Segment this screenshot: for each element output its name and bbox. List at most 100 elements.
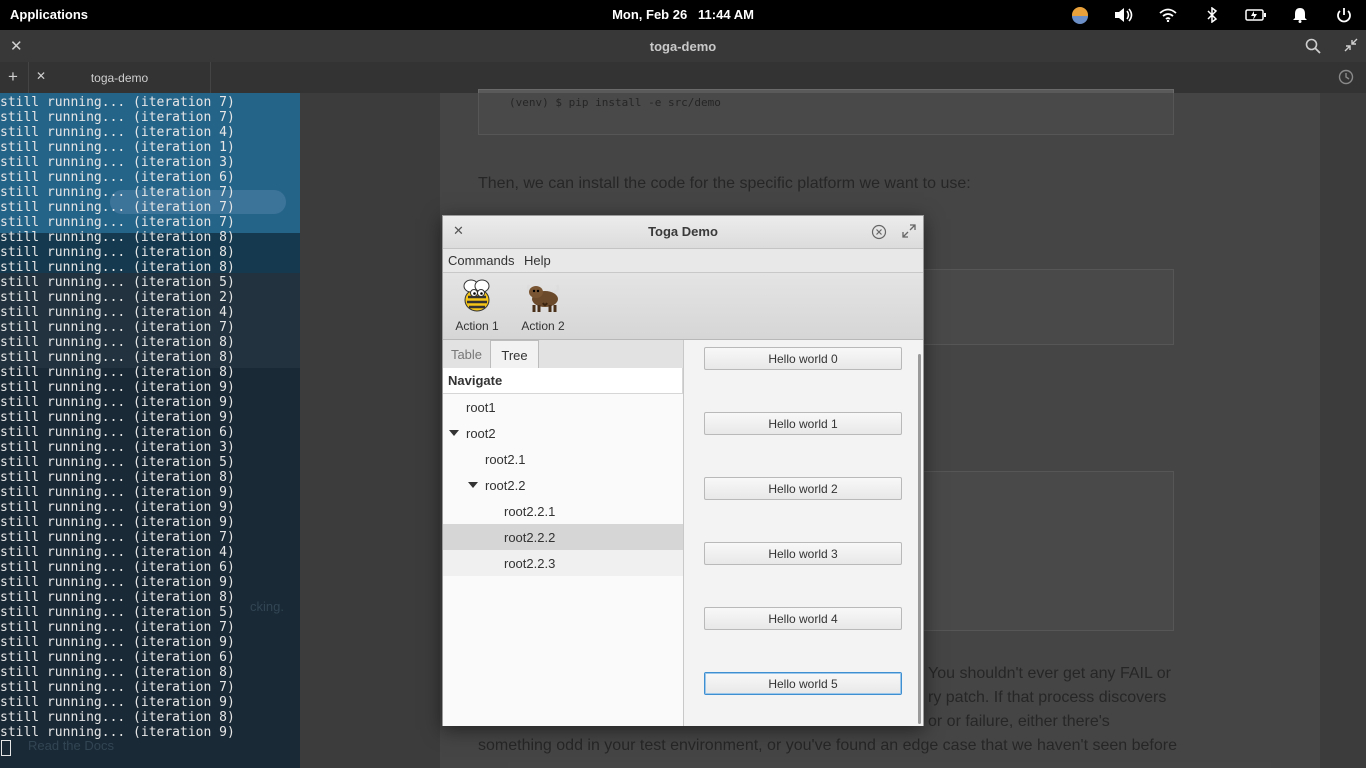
tree-row-root2-2-2[interactable]: root2.2.2	[443, 524, 683, 550]
history-icon[interactable]	[1338, 69, 1354, 88]
weather-icon[interactable]	[1058, 0, 1102, 30]
menu-commands[interactable]: Commands	[448, 253, 514, 268]
terminal-line: still running... (iteration 4)	[0, 545, 235, 560]
tree-row-root2-2-3[interactable]: root2.2.3	[443, 550, 683, 576]
terminal-line: still running... (iteration 3)	[0, 155, 235, 170]
action-1-button[interactable]: Action 1	[445, 277, 509, 335]
button-label: Hello world 5	[768, 677, 838, 691]
tree-row-label: root2.1	[485, 452, 526, 467]
dialog-titlebar: ✕ Toga Demo	[443, 216, 923, 249]
terminal-output[interactable]: still running... (iteration 7) still runn…	[0, 95, 300, 740]
terminal-tab[interactable]: ✕ toga-demo	[28, 62, 211, 93]
tab-tree-label: Tree	[501, 348, 528, 363]
terminal-line: still running... (iteration 8)	[0, 365, 235, 380]
system-tray	[1058, 0, 1366, 30]
bluetooth-icon[interactable]	[1190, 0, 1234, 30]
tree-row-root2-2-1[interactable]: root2.2.1	[443, 498, 683, 524]
tree-row-label: root2.2.2	[504, 530, 556, 545]
wifi-icon[interactable]	[1146, 0, 1190, 30]
terminal-line: still running... (iteration 4)	[0, 125, 235, 140]
hello-world-0-button[interactable]: Hello world 0	[704, 347, 902, 370]
terminal-line: still running... (iteration 6)	[0, 170, 235, 185]
tree-row-root2[interactable]: root2	[443, 420, 683, 446]
tab-strip: Table Tree	[443, 340, 683, 369]
button-label: Hello world 0	[768, 352, 838, 366]
terminal-line: still running... (iteration 9)	[0, 380, 235, 395]
expander-down-icon[interactable]	[468, 482, 478, 488]
tree-header-label: Navigate	[448, 373, 503, 388]
hello-world-2-button[interactable]: Hello world 2	[704, 477, 902, 500]
action-2-label: Action 2	[521, 319, 565, 333]
terminal-line: still running... (iteration 8)	[0, 350, 235, 365]
terminal-title: toga-demo	[649, 39, 717, 54]
code-block: (venv) $ pip install -e src/demo	[478, 89, 1174, 135]
tree-row-label: root2.2.1	[504, 504, 556, 519]
action-2-button[interactable]: Action 2	[511, 277, 575, 335]
new-tab-icon[interactable]: +	[8, 67, 18, 87]
notifications-icon[interactable]	[1278, 0, 1322, 30]
yak-icon	[511, 279, 575, 313]
tree-row-root2-2[interactable]: root2.2	[443, 472, 683, 498]
terminal-titlebar: ✕ toga-demo	[0, 30, 1366, 62]
terminal-line: still running... (iteration 7)	[0, 95, 235, 110]
button-label: Hello world 4	[768, 612, 838, 626]
hello-world-5-button[interactable]: Hello world 5	[704, 672, 902, 695]
terminal-line: still running... (iteration 6)	[0, 425, 235, 440]
terminal-line: still running... (iteration 9)	[0, 695, 235, 710]
terminal-close-icon[interactable]: ✕	[10, 37, 23, 55]
terminal-line: still running... (iteration 7)	[0, 200, 235, 215]
power-icon[interactable]	[1322, 0, 1366, 30]
tab-table[interactable]: Table	[443, 340, 490, 368]
tree-row-label: root1	[466, 400, 496, 415]
terminal-line: still running... (iteration 5)	[0, 605, 235, 620]
terminal-line: still running... (iteration 9)	[0, 635, 235, 650]
doc-paragraph: something odd in your test environment, …	[478, 737, 1177, 754]
code-line: (venv) $ pip install -e src/demo	[509, 96, 721, 109]
terminal-line: still running... (iteration 1)	[0, 140, 235, 155]
tree-pane: Table Tree Navigate root1 root2 root2.1 …	[443, 340, 684, 726]
clock[interactable]: Mon, Feb 26 11:44 AM	[612, 7, 754, 22]
battery-icon[interactable]	[1234, 0, 1278, 30]
tab-table-label: Table	[450, 347, 483, 362]
doc-paragraph: ry patch. If that process discovers	[928, 689, 1167, 706]
hello-world-3-button[interactable]: Hello world 3	[704, 542, 902, 565]
tree-row-label: root2.2.3	[504, 556, 556, 571]
hello-world-4-button[interactable]: Hello world 4	[704, 607, 902, 630]
dialog-close-icon[interactable]: ✕	[453, 223, 464, 239]
terminal-line: still running... (iteration 8)	[0, 665, 235, 680]
tree-row-root1[interactable]: root1	[443, 394, 683, 420]
hello-world-1-button[interactable]: Hello world 1	[704, 412, 902, 435]
terminal-line: still running... (iteration 2)	[0, 290, 235, 305]
applications-menu[interactable]: Applications	[10, 7, 88, 22]
terminal-line: still running... (iteration 8)	[0, 710, 235, 725]
dialog-menubar: Commands Help	[443, 249, 923, 273]
tree-row-label: root2.2	[485, 478, 526, 493]
circle-close-icon[interactable]	[871, 224, 887, 245]
terminal-line: still running... (iteration 9)	[0, 500, 235, 515]
terminal-line: still running... (iteration 5)	[0, 275, 235, 290]
maximize-icon[interactable]	[902, 224, 916, 243]
tree-column-header[interactable]: Navigate	[443, 368, 683, 394]
terminal-line: still running... (iteration 7)	[0, 320, 235, 335]
terminal-line: still running... (iteration 7)	[0, 215, 235, 230]
terminal-line: still running... (iteration 8)	[0, 230, 235, 245]
volume-icon[interactable]	[1102, 0, 1146, 30]
top-panel: Applications Mon, Feb 26 11:44 AM	[0, 0, 1366, 30]
terminal-line: still running... (iteration 7)	[0, 185, 235, 200]
terminal-line: still running... (iteration 9)	[0, 410, 235, 425]
tree-row-root2-1[interactable]: root2.1	[443, 446, 683, 472]
terminal-line: still running... (iteration 8)	[0, 245, 235, 260]
menu-help[interactable]: Help	[524, 253, 551, 268]
terminal-line: still running... (iteration 4)	[0, 305, 235, 320]
terminal-line: still running... (iteration 7)	[0, 620, 235, 635]
unmaximize-icon[interactable]	[1344, 38, 1358, 55]
search-icon[interactable]	[1305, 38, 1321, 57]
vertical-scrollbar[interactable]	[918, 354, 921, 724]
terminal-line: still running... (iteration 8)	[0, 470, 235, 485]
terminal-line: still running... (iteration 9)	[0, 575, 235, 590]
expander-down-icon[interactable]	[449, 430, 459, 436]
dialog-toolbar: Action 1 Action 2	[443, 273, 923, 340]
terminal-line: still running... (iteration 8)	[0, 590, 235, 605]
tab-tree[interactable]: Tree	[490, 340, 539, 368]
buttons-pane: Hello world 0 Hello world 1 Hello world …	[684, 340, 923, 726]
